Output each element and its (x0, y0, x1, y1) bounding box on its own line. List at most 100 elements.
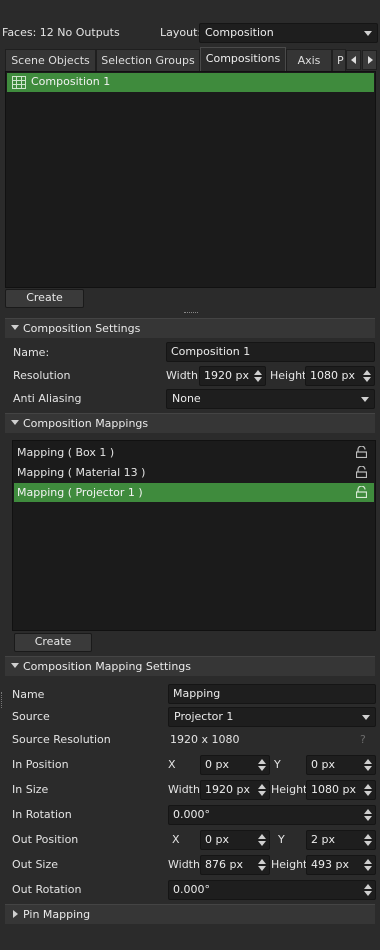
tab-scroll-left-button[interactable] (346, 50, 361, 70)
splitter-handle[interactable] (0, 310, 380, 316)
tab-scroll-right-button[interactable] (362, 50, 377, 70)
resolution-width-spinbox[interactable]: 1920 px (199, 366, 266, 386)
in-size-height-label: Height (271, 783, 308, 796)
list-item-mapping-material[interactable]: Mapping ( Material 13 ) (14, 463, 374, 482)
spinbox-value: 1080 px (311, 783, 356, 796)
chevron-down-icon (362, 715, 370, 720)
collapse-triangle-icon (11, 325, 19, 330)
spinbox-value: 0 px (205, 833, 229, 846)
tab-label: Scene Objects (11, 54, 90, 67)
tab-selection-groups[interactable]: Selection Groups (96, 49, 200, 71)
spin-down-icon[interactable] (258, 866, 266, 871)
expand-triangle-icon (13, 910, 18, 918)
out-size-height-spinbox[interactable]: 493 px (306, 855, 376, 875)
out-size-width-label: Width (168, 858, 200, 871)
in-position-y-spinbox[interactable]: 0 px (306, 755, 376, 775)
in-position-label: In Position (12, 758, 69, 771)
out-rotation-spinbox[interactable]: 0.000° (168, 880, 376, 900)
spin-up-icon[interactable] (254, 370, 262, 375)
spin-up-icon[interactable] (364, 859, 372, 864)
source-resolution-label: Source Resolution (12, 733, 111, 746)
spin-down-icon[interactable] (364, 791, 372, 796)
spin-down-icon[interactable] (364, 866, 372, 871)
button-label: Create (26, 291, 63, 304)
source-label: Source (12, 710, 50, 723)
pin-mapping-header[interactable]: Pin Mapping (5, 904, 375, 924)
tab-truncated[interactable]: P (332, 49, 346, 71)
list-item-mapping-box[interactable]: Mapping ( Box 1 ) (14, 443, 374, 462)
spin-down-icon[interactable] (363, 377, 371, 382)
tab-axis[interactable]: Axis (286, 49, 332, 71)
unlock-icon[interactable] (356, 486, 367, 498)
section-title: Composition Mappings (23, 417, 149, 430)
spinbox-value: 1920 px (204, 369, 249, 382)
grid-icon (12, 76, 26, 89)
anti-aliasing-dropdown[interactable]: None (166, 389, 375, 409)
spin-up-icon[interactable] (364, 884, 372, 889)
button-label: Create (34, 635, 72, 648)
spin-down-icon[interactable] (258, 791, 266, 796)
list-item-mapping-projector[interactable]: Mapping ( Projector 1 ) (14, 483, 374, 502)
out-position-y-spinbox[interactable]: 2 px (306, 830, 376, 850)
tab-scene-objects[interactable]: Scene Objects (5, 49, 96, 71)
out-position-x-label: X (172, 833, 180, 846)
mapping-name-label: Name (12, 688, 45, 701)
layout-dropdown-value: Composition (205, 26, 274, 39)
side-grip-icon[interactable] (1, 692, 5, 708)
spinbox-value: 1080 px (310, 369, 355, 382)
chevron-down-icon (364, 31, 372, 36)
create-mapping-button[interactable]: Create (14, 633, 92, 652)
tab-compositions[interactable]: Compositions (200, 47, 286, 71)
list-item-label: Mapping ( Material 13 ) (17, 466, 146, 479)
tab-label: Selection Groups (101, 54, 195, 67)
out-position-x-spinbox[interactable]: 0 px (200, 830, 270, 850)
mapping-settings-header[interactable]: Composition Mapping Settings (5, 656, 375, 676)
spin-down-icon[interactable] (364, 891, 372, 896)
list-item-composition[interactable]: Composition 1 (7, 73, 374, 92)
resolution-height-spinbox[interactable]: 1080 px (305, 366, 375, 386)
spin-down-icon[interactable] (254, 377, 262, 382)
out-rotation-label: Out Rotation (12, 883, 82, 896)
spin-down-icon[interactable] (258, 766, 266, 771)
unlock-icon[interactable] (356, 446, 367, 458)
mapping-name-field[interactable]: Mapping (168, 684, 376, 704)
spin-up-icon[interactable] (258, 834, 266, 839)
spin-down-icon[interactable] (364, 841, 372, 846)
spin-down-icon[interactable] (364, 816, 372, 821)
tab-label: P (337, 54, 344, 67)
unlock-icon[interactable] (356, 466, 367, 478)
section-title: Pin Mapping (23, 908, 91, 921)
spin-down-icon[interactable] (258, 841, 266, 846)
create-composition-button[interactable]: Create (5, 289, 84, 308)
spin-up-icon[interactable] (363, 370, 371, 375)
out-size-label: Out Size (12, 858, 59, 871)
spinbox-value: 0.000° (173, 883, 210, 896)
section-title: Composition Mapping Settings (23, 660, 192, 673)
spin-down-icon[interactable] (364, 766, 372, 771)
in-rotation-spinbox[interactable]: 0.000° (168, 805, 376, 825)
spin-up-icon[interactable] (258, 784, 266, 789)
help-icon[interactable]: ? (360, 732, 366, 748)
out-size-width-spinbox[interactable]: 876 px (200, 855, 270, 875)
out-position-label: Out Position (12, 833, 79, 846)
spin-up-icon[interactable] (364, 784, 372, 789)
source-dropdown[interactable]: Projector 1 (168, 707, 376, 727)
spin-up-icon[interactable] (364, 834, 372, 839)
spin-up-icon[interactable] (364, 809, 372, 814)
in-position-x-label: X (168, 758, 176, 771)
composition-name-field[interactable]: Composition 1 (166, 342, 375, 362)
spin-up-icon[interactable] (258, 759, 266, 764)
layout-dropdown[interactable]: Composition (199, 23, 378, 43)
spin-up-icon[interactable] (258, 859, 266, 864)
list-item-label: Mapping ( Box 1 ) (17, 446, 115, 459)
in-position-x-spinbox[interactable]: 0 px (200, 755, 270, 775)
dropdown-value: None (172, 392, 201, 405)
in-size-width-spinbox[interactable]: 1920 px (200, 780, 270, 800)
in-size-height-spinbox[interactable]: 1080 px (306, 780, 376, 800)
mappings-list[interactable]: Mapping ( Box 1 ) Mapping ( Material 13 … (12, 440, 376, 631)
composition-mappings-header[interactable]: Composition Mappings (5, 413, 375, 433)
tab-label: Compositions (205, 52, 281, 65)
compositions-list[interactable]: Composition 1 (5, 71, 376, 288)
spin-up-icon[interactable] (364, 759, 372, 764)
composition-settings-header[interactable]: Composition Settings (5, 318, 375, 338)
